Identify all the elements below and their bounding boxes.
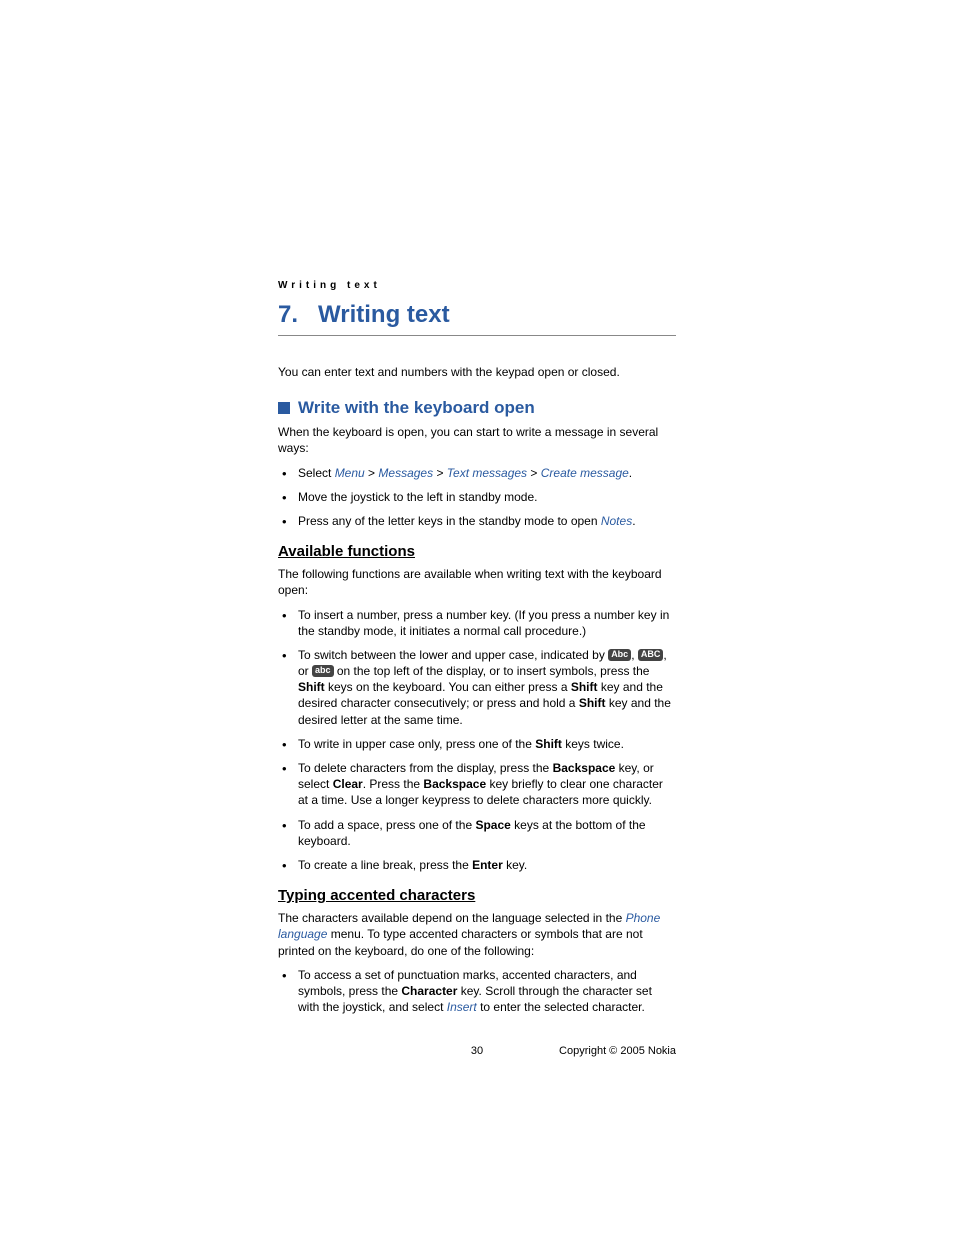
text-messages-link[interactable]: Text messages bbox=[447, 466, 527, 480]
indicator-abc-upper-icon: ABC bbox=[638, 649, 664, 661]
backspace-key-label: Backspace bbox=[553, 761, 616, 775]
page-footer: 30 Copyright © 2005 Nokia bbox=[278, 1045, 676, 1057]
section-heading-text: Write with the keyboard open bbox=[298, 398, 535, 418]
list-item: To add a space, press one of the Space k… bbox=[278, 817, 676, 849]
page-number: 30 bbox=[471, 1045, 483, 1057]
menu-link[interactable]: Menu bbox=[335, 466, 365, 480]
shift-key-label: Shift bbox=[579, 696, 606, 710]
list-item: To create a line break, press the Enter … bbox=[278, 857, 676, 873]
space-key-label: Space bbox=[475, 818, 510, 832]
copyright-notice: Copyright © 2005 Nokia bbox=[559, 1045, 676, 1057]
character-key-label: Character bbox=[401, 984, 457, 998]
list-item: To switch between the lower and upper ca… bbox=[278, 647, 676, 728]
create-message-link[interactable]: Create message bbox=[541, 466, 629, 480]
list-item: To delete characters from the display, p… bbox=[278, 760, 676, 809]
section1-lead: When the keyboard is open, you can start… bbox=[278, 424, 676, 456]
list-item: Move the joystick to the left in standby… bbox=[278, 489, 676, 505]
section-bullet-icon bbox=[278, 402, 290, 414]
list-item: Select Menu > Messages > Text messages >… bbox=[278, 465, 676, 481]
backspace-key-label: Backspace bbox=[423, 777, 486, 791]
shift-key-label: Shift bbox=[535, 737, 562, 751]
insert-link[interactable]: Insert bbox=[447, 1000, 477, 1014]
bullet-prefix: Select bbox=[298, 466, 335, 480]
bullet-prefix: Press any of the letter keys in the stan… bbox=[298, 514, 601, 528]
list-item: Press any of the letter keys in the stan… bbox=[278, 513, 676, 529]
notes-link[interactable]: Notes bbox=[601, 514, 632, 528]
running-header: Writing text bbox=[278, 280, 676, 291]
chapter-title: 7. Writing text bbox=[278, 301, 676, 329]
document-page: Writing text 7. Writing text You can ent… bbox=[0, 0, 954, 1157]
section1-bullets: Select Menu > Messages > Text messages >… bbox=[278, 465, 676, 530]
shift-key-label: Shift bbox=[298, 680, 325, 694]
accented-bullets: To access a set of punctuation marks, ac… bbox=[278, 967, 676, 1016]
shift-key-label: Shift bbox=[571, 680, 598, 694]
subsection-available-functions: Available functions bbox=[278, 543, 676, 560]
title-rule bbox=[278, 335, 676, 336]
section-heading-keyboard-open: Write with the keyboard open bbox=[278, 398, 676, 418]
chapter-title-text: Writing text bbox=[318, 301, 450, 328]
avail-bullets: To insert a number, press a number key. … bbox=[278, 607, 676, 874]
avail-lead: The following functions are available wh… bbox=[278, 566, 676, 598]
indicator-abc-mixed-icon: Abc bbox=[608, 649, 631, 661]
clear-label: Clear bbox=[333, 777, 363, 791]
intro-paragraph: You can enter text and numbers with the … bbox=[278, 364, 676, 380]
enter-key-label: Enter bbox=[472, 858, 503, 872]
list-item: To write in upper case only, press one o… bbox=[278, 736, 676, 752]
accented-lead: The characters available depend on the l… bbox=[278, 910, 676, 959]
list-item: To insert a number, press a number key. … bbox=[278, 607, 676, 639]
chapter-number: 7. bbox=[278, 301, 298, 328]
indicator-abc-lower-icon: abc bbox=[312, 665, 334, 677]
subsection-accented-characters: Typing accented characters bbox=[278, 887, 676, 904]
list-item: To access a set of punctuation marks, ac… bbox=[278, 967, 676, 1016]
messages-link[interactable]: Messages bbox=[378, 466, 433, 480]
